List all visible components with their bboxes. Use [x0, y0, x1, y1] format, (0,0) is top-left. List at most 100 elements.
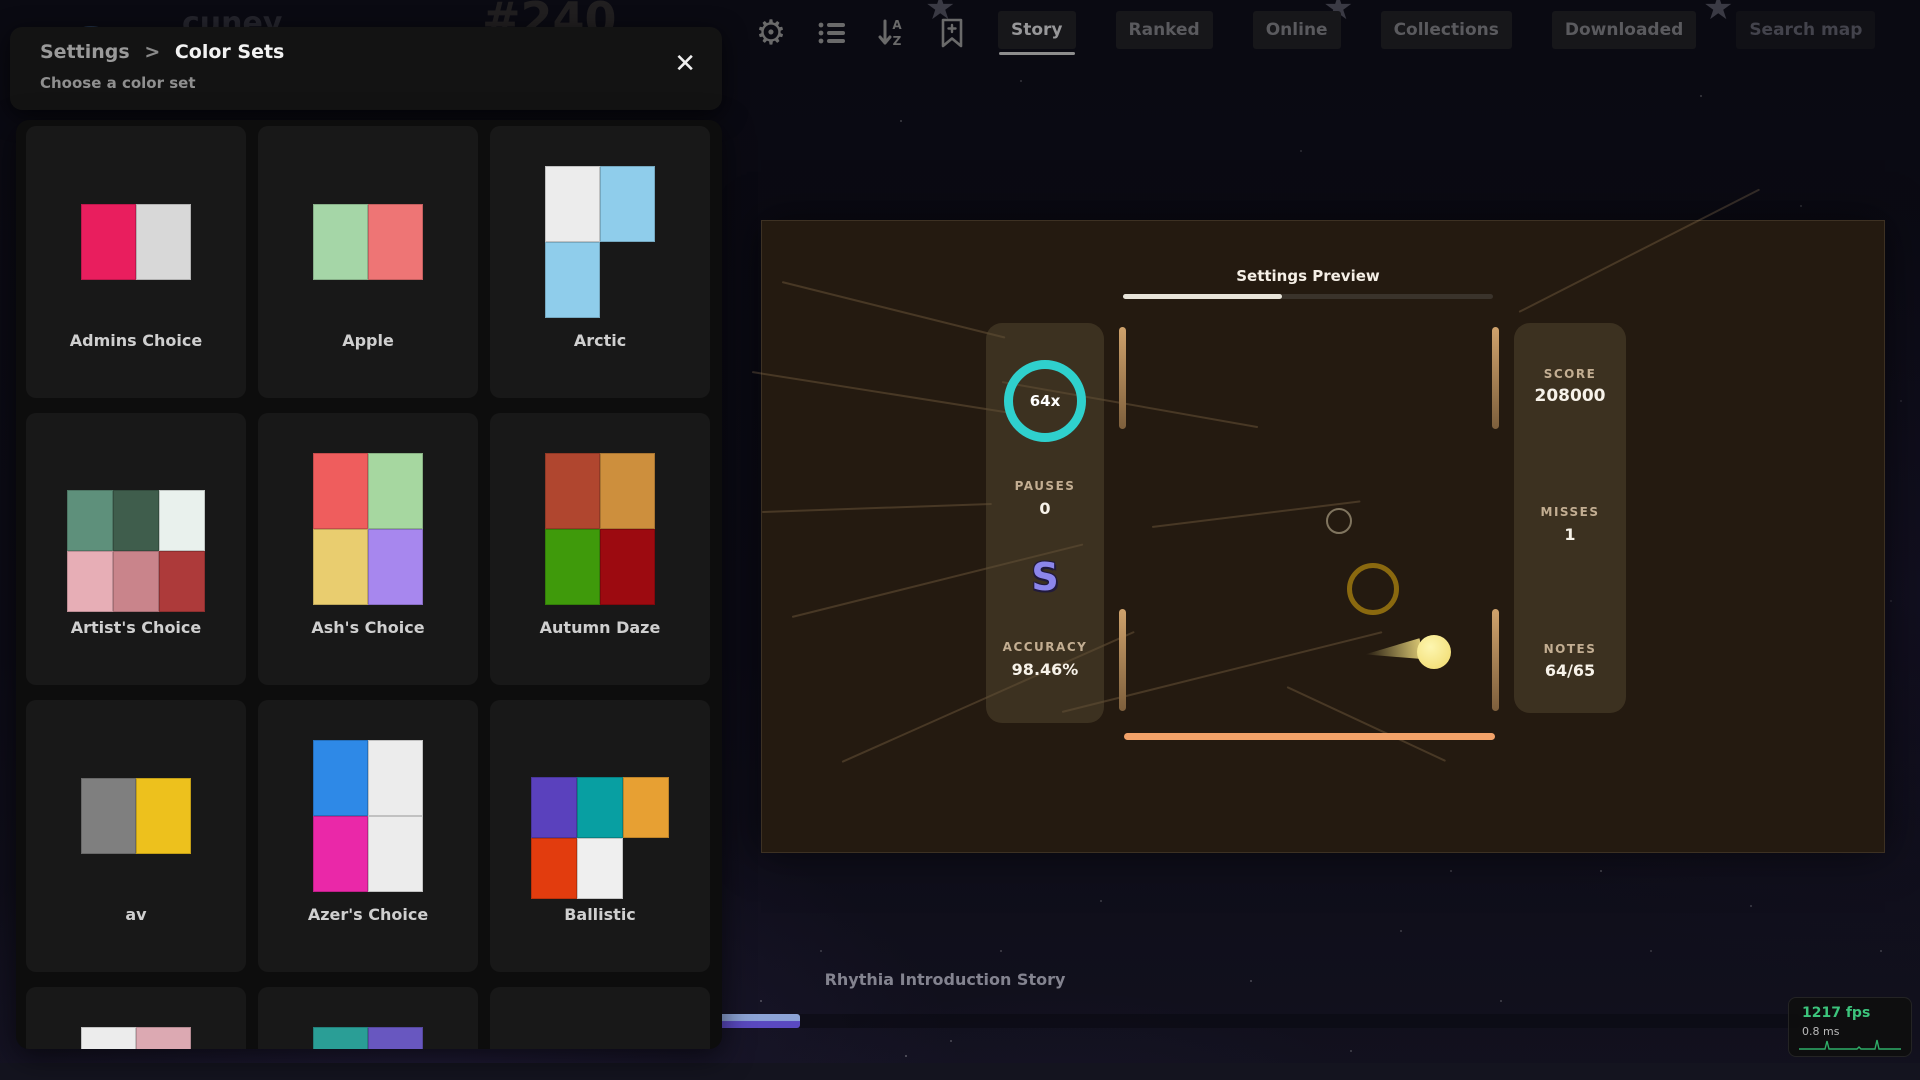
- color-set-card[interactable]: [258, 987, 478, 1049]
- color-tile: [368, 816, 423, 892]
- field-tick-left-bottom: [1119, 609, 1126, 711]
- color-tile: [623, 838, 669, 899]
- sort-az-icon[interactable]: A Z: [873, 14, 911, 52]
- story-progress-track: [700, 1014, 1800, 1028]
- color-tile: [113, 551, 159, 612]
- fps-counter: 1217 fps: [1802, 1005, 1870, 1021]
- color-tile: [600, 529, 655, 605]
- accuracy-value: 98.46%: [986, 660, 1104, 679]
- color-tile: [368, 1027, 423, 1049]
- color-swatch-preview: [313, 740, 423, 892]
- left-stats-panel: 64x PAUSES 0 S ACCURACY 98.46%: [986, 323, 1104, 723]
- color-tile: [531, 838, 577, 899]
- color-tile: [136, 1027, 191, 1049]
- color-swatch-preview: [531, 777, 669, 899]
- color-tile: [577, 777, 623, 838]
- color-swatch-preview: [67, 490, 205, 612]
- color-tile: [623, 777, 669, 838]
- color-set-card-av[interactable]: av: [26, 700, 246, 972]
- color-set-card[interactable]: [490, 987, 710, 1049]
- color-tile: [577, 838, 623, 899]
- color-set-card-azer-s-choice[interactable]: Azer's Choice: [258, 700, 478, 972]
- color-set-card-arctic[interactable]: Arctic: [490, 126, 710, 398]
- streak-line: [782, 281, 1006, 339]
- misses-label: MISSES: [1514, 505, 1626, 519]
- color-set-name: av: [26, 905, 246, 924]
- streak-line: [762, 503, 992, 513]
- score-label: SCORE: [1514, 367, 1626, 381]
- settings-gear-icon[interactable]: ⚙: [752, 14, 790, 52]
- svg-text:Z: Z: [893, 34, 902, 48]
- color-tile: [600, 166, 655, 242]
- nav-tabs: Story Ranked Online Collections Downloaded Se…: [998, 11, 1875, 49]
- streak-line: [1287, 686, 1446, 762]
- field-tick-right-bottom: [1492, 609, 1499, 711]
- color-set-card-apple[interactable]: Apple: [258, 126, 478, 398]
- color-tile: [368, 453, 423, 529]
- color-tile: [81, 1027, 136, 1049]
- color-tile: [368, 529, 423, 605]
- field-bottom-bar: [1124, 733, 1495, 740]
- streak-line: [752, 371, 1009, 414]
- color-set-card-admins-choice[interactable]: Admins Choice: [26, 126, 246, 398]
- color-set-card[interactable]: [26, 987, 246, 1049]
- field-tick-right-top: [1492, 327, 1499, 429]
- color-tile: [159, 490, 205, 551]
- color-sets-panel[interactable]: Admins Choice Apple Arctic Artist's Choice A…: [16, 120, 722, 1049]
- color-sets-grid: Admins Choice Apple Arctic Artist's Choice A…: [26, 126, 710, 1049]
- color-tile: [313, 816, 368, 892]
- color-swatch-preview: [313, 204, 423, 280]
- color-set-name: Ballistic: [490, 905, 710, 924]
- color-set-card-artist-s-choice[interactable]: Artist's Choice: [26, 413, 246, 685]
- color-swatch-preview: [545, 453, 655, 605]
- color-swatch-preview: [313, 1027, 423, 1049]
- color-tile: [313, 529, 368, 605]
- color-set-card-autumn-daze[interactable]: Autumn Daze: [490, 413, 710, 685]
- note-ball: [1417, 635, 1451, 669]
- color-set-name: Admins Choice: [26, 331, 246, 350]
- color-set-card-ash-s-choice[interactable]: Ash's Choice: [258, 413, 478, 685]
- color-tile: [545, 529, 600, 605]
- color-tile: [368, 204, 423, 280]
- note-trail: [1364, 638, 1422, 665]
- page-title: Color Sets: [175, 41, 285, 63]
- settings-preview-window: Settings Preview 64x PAUSES 0 S ACCURACY…: [761, 220, 1885, 853]
- list-icon[interactable]: [813, 14, 851, 52]
- color-tile: [113, 490, 159, 551]
- breadcrumb-separator: >: [144, 41, 160, 63]
- color-tile: [600, 242, 655, 318]
- color-tile: [368, 740, 423, 816]
- color-set-name: Arctic: [490, 331, 710, 350]
- color-set-name: Autumn Daze: [490, 618, 710, 637]
- color-tile: [600, 453, 655, 529]
- notes-label: NOTES: [1514, 642, 1626, 656]
- color-tile: [67, 490, 113, 551]
- tab-story[interactable]: Story: [998, 11, 1076, 49]
- close-icon[interactable]: ✕: [674, 51, 696, 77]
- fps-sparkline: [1799, 1037, 1901, 1051]
- color-swatch-preview: [545, 166, 655, 318]
- tab-online[interactable]: Online: [1253, 11, 1341, 49]
- color-set-card-ballistic[interactable]: Ballistic: [490, 700, 710, 972]
- search-map-input[interactable]: Search map: [1736, 11, 1875, 49]
- color-tile: [545, 453, 600, 529]
- breadcrumb-settings[interactable]: Settings: [40, 41, 130, 63]
- grade-letter: S: [986, 555, 1104, 599]
- color-tile: [81, 778, 136, 854]
- color-set-name: Artist's Choice: [26, 618, 246, 637]
- bookmark-add-icon[interactable]: [933, 14, 971, 52]
- small-note-circle: [1326, 508, 1352, 534]
- tab-collections[interactable]: Collections: [1381, 11, 1512, 49]
- color-sets-modal-header: Settings > Color Sets Choose a color set…: [10, 27, 722, 110]
- color-set-name: Ash's Choice: [258, 618, 478, 637]
- combo-ring: 64x: [1004, 360, 1086, 442]
- color-tile: [313, 204, 368, 280]
- color-tile: [136, 778, 191, 854]
- preview-progress-bar: [1123, 294, 1493, 299]
- color-tile: [313, 1027, 368, 1049]
- tab-downloaded[interactable]: Downloaded: [1552, 11, 1696, 49]
- color-tile: [136, 204, 191, 280]
- svg-text:A: A: [892, 18, 902, 32]
- color-tile: [81, 204, 136, 280]
- tab-ranked[interactable]: Ranked: [1116, 11, 1213, 49]
